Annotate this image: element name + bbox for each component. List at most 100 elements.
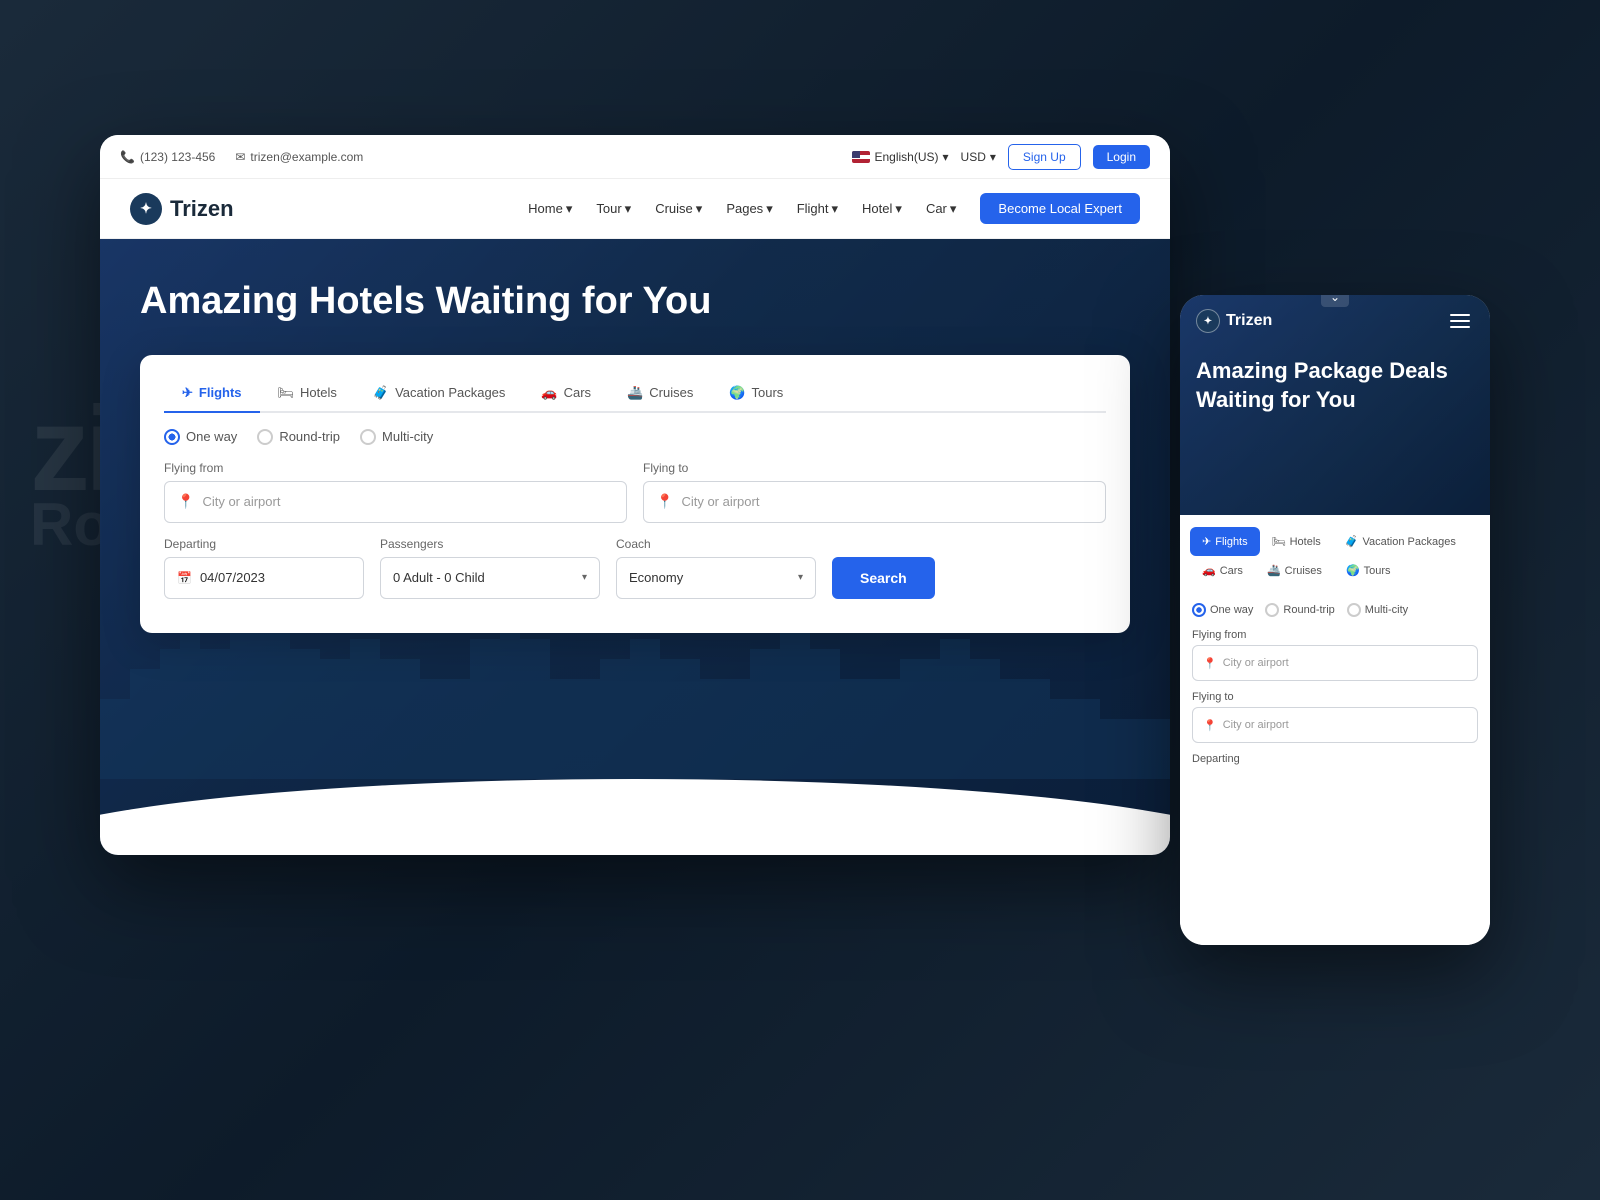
tab-hotels-label: Hotels	[300, 385, 337, 400]
nav-flight-chevron: ▾	[832, 201, 839, 217]
mobile-pin-icon-from: 📍	[1203, 657, 1217, 670]
tab-vacation[interactable]: 🧳 Vacation Packages	[355, 375, 524, 413]
nav-tour[interactable]: Tour ▾	[596, 201, 631, 217]
flying-from-field: Flying from 📍 City or airport	[164, 461, 627, 523]
mobile-flying-to-input[interactable]: 📍 City or airport	[1192, 707, 1478, 743]
tab-cruises-label: Cruises	[649, 385, 693, 400]
mobile-flying-to-placeholder: City or airport	[1223, 719, 1289, 731]
mobile-one-way-label: One way	[1210, 604, 1253, 616]
nav-cruise-chevron: ▾	[696, 201, 703, 217]
mobile-flying-from-placeholder: City or airport	[1223, 657, 1289, 669]
tab-cars-label: Cars	[564, 385, 591, 400]
mobile-logo[interactable]: ✦ Trizen	[1196, 309, 1272, 333]
passengers-select[interactable]: 0 Adult - 0 Child ▾	[380, 557, 600, 599]
desktop-window: 📞 (123) 123-456 ✉ trizen@example.com Eng…	[100, 135, 1170, 855]
mobile-cruises-icon: 🚢	[1267, 564, 1281, 577]
tours-icon: 🌍	[729, 385, 745, 401]
mobile-form: One way Round-trip Multi-city Flying fro…	[1180, 593, 1490, 779]
nav-cruise[interactable]: Cruise ▾	[655, 201, 702, 217]
coach-value: Economy	[629, 570, 683, 585]
mobile-tab-flights-label: Flights	[1215, 536, 1247, 548]
currency-label: USD	[961, 150, 986, 164]
login-button[interactable]: Login	[1093, 145, 1150, 169]
tab-flights[interactable]: ✈ Flights	[164, 375, 260, 413]
search-row-1: Flying from 📍 City or airport Flying to …	[164, 461, 1106, 523]
mobile-flights-icon: ✈	[1202, 535, 1211, 548]
nav-pages-label: Pages	[726, 201, 763, 216]
nav-cruise-label: Cruise	[655, 201, 693, 216]
mobile-multi-city-label: Multi-city	[1365, 604, 1408, 616]
mobile-cars-icon: 🚗	[1202, 564, 1216, 577]
nav-pages[interactable]: Pages ▾	[726, 201, 772, 217]
mobile-tabs: ✈ Flights 🛏 Hotels 🧳 Vacation Packages 🚗…	[1180, 515, 1490, 593]
mobile-chevron-top: ⌄	[1321, 295, 1349, 307]
nav-hotel-label: Hotel	[862, 201, 892, 216]
nav-flight[interactable]: Flight ▾	[797, 201, 838, 217]
multi-city-label: Multi-city	[382, 429, 433, 444]
cars-icon: 🚗	[541, 385, 557, 401]
round-trip-radio-indicator	[257, 429, 273, 445]
mobile-tab-tours[interactable]: 🌍 Tours	[1334, 556, 1403, 585]
one-way-radio[interactable]: One way	[164, 429, 237, 445]
mobile-tab-cars[interactable]: 🚗 Cars	[1190, 556, 1255, 585]
flying-to-input[interactable]: 📍 City or airport	[643, 481, 1106, 523]
mobile-one-way-radio[interactable]: One way	[1192, 603, 1253, 617]
mobile-round-trip-radio[interactable]: Round-trip	[1265, 603, 1334, 617]
tab-tours[interactable]: 🌍 Tours	[711, 375, 801, 413]
coach-field: Coach Economy ▾	[616, 537, 816, 599]
flying-from-input[interactable]: 📍 City or airport	[164, 481, 627, 523]
flying-to-label: Flying to	[643, 461, 1106, 475]
tab-vacation-label: Vacation Packages	[395, 385, 505, 400]
mobile-multi-city-radio[interactable]: Multi-city	[1347, 603, 1408, 617]
mobile-hotels-icon: 🛏	[1272, 535, 1286, 548]
mobile-trip-types: One way Round-trip Multi-city	[1192, 603, 1478, 617]
nav-home[interactable]: Home ▾	[528, 201, 572, 217]
nav-pages-chevron: ▾	[766, 201, 773, 217]
one-way-label: One way	[186, 429, 237, 444]
signup-button[interactable]: Sign Up	[1008, 144, 1081, 170]
hero-title: Amazing Hotels Waiting for You	[140, 279, 1130, 325]
scene: 📞 (123) 123-456 ✉ trizen@example.com Eng…	[50, 75, 1550, 1125]
mobile-tours-icon: 🌍	[1346, 564, 1360, 577]
currency-chevron: ▾	[990, 150, 996, 164]
mobile-tab-hotels[interactable]: 🛏 Hotels	[1260, 527, 1333, 556]
passengers-label: Passengers	[380, 537, 600, 551]
email-info: ✉ trizen@example.com	[235, 150, 363, 164]
mobile-tab-vacation[interactable]: 🧳 Vacation Packages	[1333, 527, 1468, 556]
logo[interactable]: ✦ Trizen	[130, 193, 234, 225]
ham-line-3	[1450, 326, 1470, 328]
calendar-icon: 📅	[177, 571, 192, 585]
mobile-tab-flights[interactable]: ✈ Flights	[1190, 527, 1260, 556]
nav-links: Home ▾ Tour ▾ Cruise ▾ Pages ▾ Flight	[528, 193, 1140, 224]
tab-cars[interactable]: 🚗 Cars	[523, 375, 609, 413]
coach-select[interactable]: Economy ▾	[616, 557, 816, 599]
nav-car[interactable]: Car ▾	[926, 201, 956, 217]
mobile-tab-tours-label: Tours	[1364, 565, 1391, 577]
departing-input[interactable]: 📅 04/07/2023	[164, 557, 364, 599]
multi-city-radio[interactable]: Multi-city	[360, 429, 433, 445]
tab-cruises[interactable]: 🚢 Cruises	[609, 375, 711, 413]
language-selector[interactable]: English(US) ▾	[852, 150, 948, 164]
nav-tour-label: Tour	[596, 201, 621, 216]
topbar-left: 📞 (123) 123-456 ✉ trizen@example.com	[120, 150, 363, 164]
passengers-field: Passengers 0 Adult - 0 Child ▾	[380, 537, 600, 599]
nav-hotel[interactable]: Hotel ▾	[862, 201, 902, 217]
mobile-logo-text: Trizen	[1226, 312, 1272, 330]
departing-label: Departing	[164, 537, 364, 551]
multi-city-radio-indicator	[360, 429, 376, 445]
round-trip-radio[interactable]: Round-trip	[257, 429, 340, 445]
mobile-flying-from-input[interactable]: 📍 City or airport	[1192, 645, 1478, 681]
hotels-icon: 🛏	[278, 385, 295, 401]
tab-hotels[interactable]: 🛏 Hotels	[260, 375, 355, 413]
mobile-tab-cruises[interactable]: 🚢 Cruises	[1255, 556, 1334, 585]
mobile-one-way-indicator	[1192, 603, 1206, 617]
hamburger-menu[interactable]	[1446, 310, 1474, 332]
pin-icon-to: 📍	[656, 493, 673, 510]
mobile-window: ⌄ ✦ Trizen Amazing Package Deals Waiting…	[1180, 295, 1490, 945]
email-address: trizen@example.com	[250, 150, 363, 164]
search-button[interactable]: Search	[832, 557, 935, 599]
currency-selector[interactable]: USD ▾	[961, 150, 996, 164]
become-local-expert-button[interactable]: Become Local Expert	[980, 193, 1140, 224]
mobile-search-area: ✈ Flights 🛏 Hotels 🧳 Vacation Packages 🚗…	[1180, 515, 1490, 945]
nav-car-chevron: ▾	[950, 201, 957, 217]
